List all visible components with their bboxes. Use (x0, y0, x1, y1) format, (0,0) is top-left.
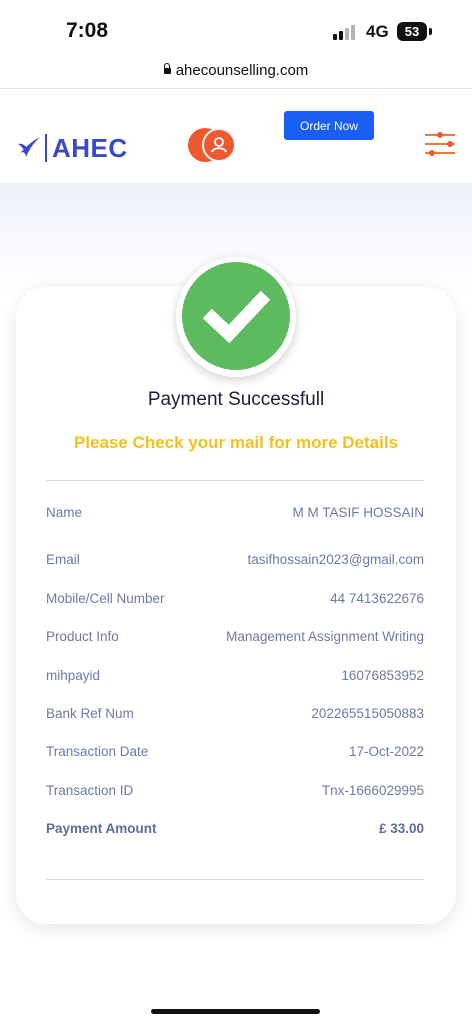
detail-label: Transaction ID (46, 783, 134, 798)
top-divider (46, 480, 424, 481)
logo-separator (45, 134, 47, 162)
home-indicator[interactable] (151, 1009, 320, 1014)
lock-icon (163, 63, 171, 74)
detail-label: Transaction Date (46, 744, 149, 759)
user-avatar-icon (202, 128, 236, 162)
detail-row-transaction-id: Transaction ID Tnx-1666029995 (46, 783, 424, 803)
chat-widget-button[interactable] (188, 128, 236, 162)
payment-status-subtitle: Please Check your mail for more Details (73, 433, 399, 452)
detail-row-product: Product Info Management Assignment Writi… (46, 629, 424, 649)
order-now-button[interactable]: Order Now (284, 111, 374, 140)
address-bar[interactable]: ahecounselling.com (0, 56, 472, 89)
detail-value: M M TASIF HOSSAIN (292, 505, 424, 520)
bottom-divider (46, 879, 424, 880)
battery-cap (429, 28, 432, 35)
cellular-signal-icon (333, 24, 359, 40)
detail-value: Management Assignment Writing (226, 629, 424, 644)
status-time: 7:08 (66, 19, 109, 42)
logo-text: AHEC (52, 133, 128, 163)
detail-value: £ 33.00 (378, 821, 424, 836)
detail-label: Email (46, 552, 80, 567)
detail-value: 16076853952 (341, 668, 424, 683)
detail-value: 44 7413622676 (330, 591, 424, 606)
detail-row-transaction-date: Transaction Date 17-Oct-2022 (46, 744, 424, 764)
status-bar: 7:08 4G 53 (0, 0, 472, 56)
detail-label: Payment Amount (46, 821, 157, 836)
detail-value: Tnx-1666029995 (321, 783, 424, 798)
detail-label: Bank Ref Num (46, 706, 134, 721)
detail-label: Product Info (46, 629, 119, 644)
detail-label: Mobile/Cell Number (46, 591, 165, 606)
success-check-icon (182, 262, 290, 370)
detail-label: mihpayid (46, 668, 101, 683)
detail-row-name: Name M M TASIF HOSSAIN (46, 505, 424, 525)
bird-logo-icon (16, 137, 40, 157)
detail-value: tasifhossain2023@gmail.com (247, 552, 424, 567)
payment-status-title: Payment Successfull (147, 389, 325, 410)
filter-menu-icon[interactable] (424, 131, 456, 157)
url-text: ahecounselling.com (175, 62, 309, 79)
detail-row-email: Email tasifhossain2023@gmail.com (46, 552, 424, 572)
detail-row-payment-amount: Payment Amount £ 33.00 (46, 821, 424, 841)
detail-value: 202265515050883 (311, 706, 424, 721)
detail-row-mobile: Mobile/Cell Number 44 7413622676 (46, 591, 424, 611)
detail-row-bank-ref: Bank Ref Num 202265515050883 (46, 706, 424, 726)
battery-icon: 53 (397, 22, 427, 41)
detail-row-mihpayid: mihpayid 16076853952 (46, 668, 424, 688)
network-type: 4G (366, 22, 389, 41)
detail-value: 17-Oct-2022 (348, 744, 424, 759)
detail-label: Name (46, 505, 83, 520)
